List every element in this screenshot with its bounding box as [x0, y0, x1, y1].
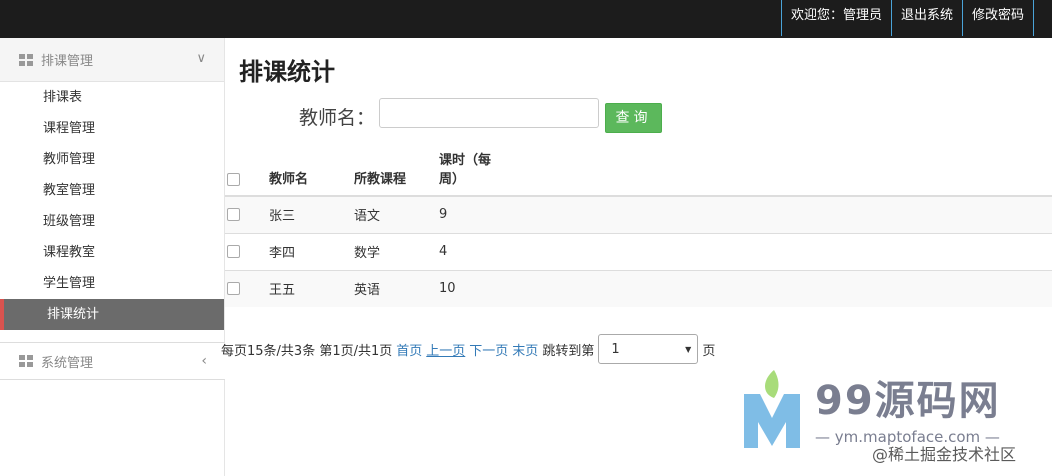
sidebar-item-class-management[interactable]: 班级管理	[0, 206, 224, 237]
grid-icon	[19, 53, 33, 66]
sidebar-item-course-management[interactable]: 课程管理	[0, 113, 224, 144]
watermark-logo-icon	[740, 368, 804, 454]
top-navbar: 欢迎您：管理员 退出系统 修改密码	[0, 0, 1052, 38]
watermark-brand: 99源码网	[815, 378, 1001, 424]
table-row: 李四 数学 4	[225, 232, 1052, 270]
page-select[interactable]: 1 ▼	[598, 334, 699, 364]
header-course: 所教课程	[354, 143, 439, 197]
last-page-link[interactable]: 末页	[512, 340, 538, 359]
pagination-summary: 每页15条/共3条 第1页/共1页	[221, 343, 393, 359]
table-row: 张三 语文 9	[225, 195, 1052, 233]
row-checkbox[interactable]	[227, 282, 240, 296]
sidebar-item-student-management[interactable]: 学生管理	[0, 268, 224, 299]
header-select-all	[225, 143, 269, 197]
row-checkbox[interactable]	[227, 245, 240, 258]
table-header-row: 教师名 所教课程 课时（每周）	[225, 143, 1052, 197]
cell-hours: 9	[439, 195, 509, 233]
sidebar-item-classroom-management[interactable]: 教室管理	[0, 175, 224, 206]
sidebar-item-schedule-statistics[interactable]: 排课统计	[0, 299, 224, 330]
search-button[interactable]: 查询	[605, 103, 662, 133]
pagination: 每页15条/共3条 第1页/共1页 首页 上一页 下一页 末页 跳转到第 1 ▼…	[221, 334, 715, 364]
sidebar-item-schedule-table[interactable]: 排课表	[0, 82, 224, 113]
table-row: 王五 英语 10	[225, 269, 1052, 307]
header-hours: 课时（每周）	[439, 143, 509, 197]
logout-link[interactable]: 退出系统	[890, 0, 963, 36]
dropdown-arrow-icon: ▼	[685, 344, 692, 354]
cell-hours: 4	[439, 232, 509, 270]
header-teacher-name: 教师名	[269, 143, 354, 197]
cell-hours: 10	[439, 269, 509, 307]
row-checkbox[interactable]	[227, 208, 240, 222]
header-spacer	[509, 143, 1052, 197]
teacher-name-input[interactable]	[379, 98, 599, 128]
jump-to-label: 跳转到第	[542, 343, 595, 359]
menu-group-system[interactable]: 系统管理 ‹	[0, 342, 225, 380]
welcome-user-link[interactable]: 欢迎您：管理员	[780, 0, 892, 36]
menu-group-scheduling[interactable]: 排课管理 ∨	[0, 38, 224, 82]
cell-course: 英语	[354, 269, 439, 307]
chevron-down-icon: ∨	[196, 51, 206, 66]
sidebar-item-teacher-management[interactable]: 教师管理	[0, 144, 224, 175]
statistics-table: 教师名 所教课程 课时（每周） 张三 语文 9 李四 数学 4 王五 英语 10	[225, 143, 1052, 307]
menu-group-label: 系统管理	[41, 355, 94, 371]
header-hours-line2: 周）	[439, 172, 466, 187]
change-password-link[interactable]: 修改密码	[961, 0, 1034, 36]
page-suffix: 页	[702, 343, 716, 359]
watermark-juejin: @稀土掘金技术社区	[872, 445, 1017, 464]
sidebar-item-course-classroom[interactable]: 课程教室	[0, 237, 224, 268]
prev-page-link[interactable]: 上一页	[426, 340, 465, 359]
cell-teacher-name: 李四	[269, 232, 354, 270]
page-select-value: 1	[611, 341, 620, 357]
first-page-link[interactable]: 首页	[396, 340, 422, 359]
page-title: 排课统计	[239, 58, 335, 86]
cell-course: 语文	[354, 195, 439, 233]
cell-teacher-name: 王五	[269, 269, 354, 307]
sidebar: 排课管理 ∨ 排课表 课程管理 教师管理 教室管理 班级管理 课程教室 学生管理…	[0, 38, 225, 476]
select-all-checkbox[interactable]	[227, 173, 240, 186]
menu-group-label: 排课管理	[41, 54, 94, 69]
grid-icon	[19, 355, 33, 367]
cell-course: 数学	[354, 232, 439, 270]
next-page-link[interactable]: 下一页	[469, 340, 508, 359]
header-hours-line1: 课时（每	[439, 153, 492, 168]
cell-teacher-name: 张三	[269, 195, 354, 233]
teacher-name-label: 教师名：	[299, 107, 376, 129]
chevron-left-icon: ‹	[201, 353, 207, 369]
top-links: 欢迎您：管理员 退出系统 修改密码	[780, 0, 1034, 38]
